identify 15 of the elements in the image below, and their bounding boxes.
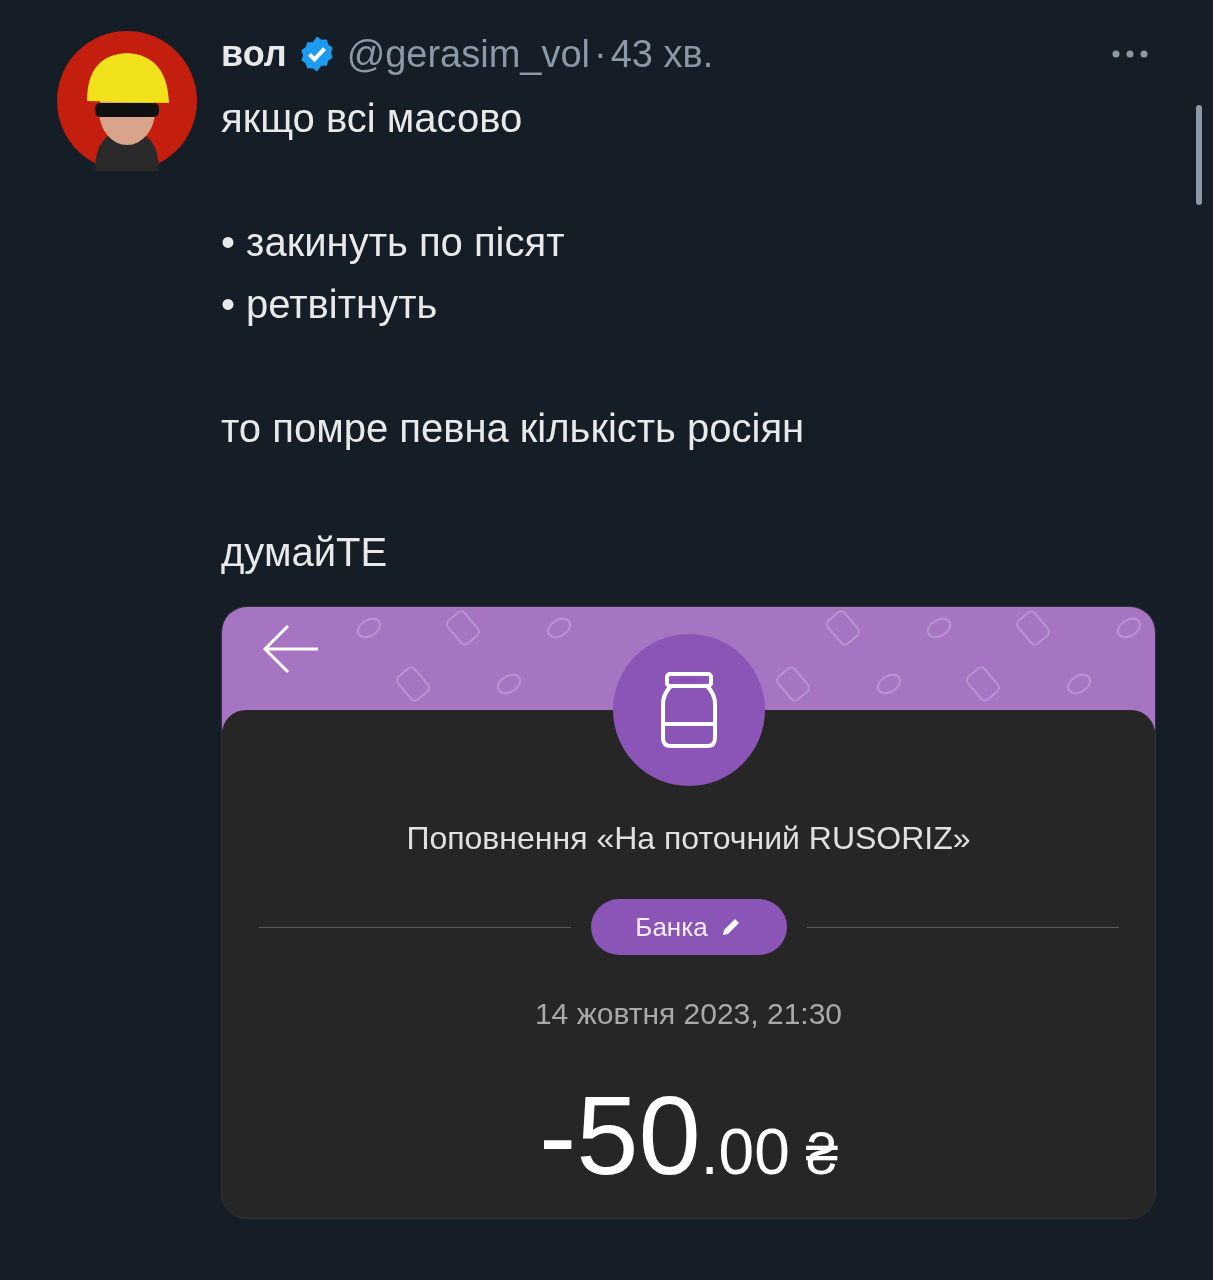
currency-sign: ₴ [805, 1120, 839, 1187]
amount-whole: -50 [538, 1076, 701, 1196]
post-time[interactable]: 43 хв. [610, 32, 714, 76]
user-handle[interactable]: @gerasim_vol [346, 32, 591, 76]
tweet-text: якщо всі масово [221, 95, 524, 142]
category-tag[interactable]: Банка [590, 899, 787, 955]
attached-screenshot[interactable]: Поповнення «На поточний RUSORIZ» Банка 14 жовтня 2023, 21:30 -50.00 ₴ [221, 606, 1156, 1219]
amount-fraction: .00 [700, 1115, 790, 1189]
transaction-title: Поповнення «На поточний RUSORIZ» [406, 819, 971, 858]
tweet-text: • закинуть по пісят • ретвітнуть [221, 219, 566, 328]
author-name[interactable]: вол [221, 33, 287, 75]
separator: · [594, 32, 607, 76]
tweet-text: думайТЕ [221, 529, 389, 576]
transaction-date: 14 жовтня 2023, 21:30 [534, 996, 843, 1032]
tweet-text: то помре певна кількість росіян [221, 405, 806, 452]
